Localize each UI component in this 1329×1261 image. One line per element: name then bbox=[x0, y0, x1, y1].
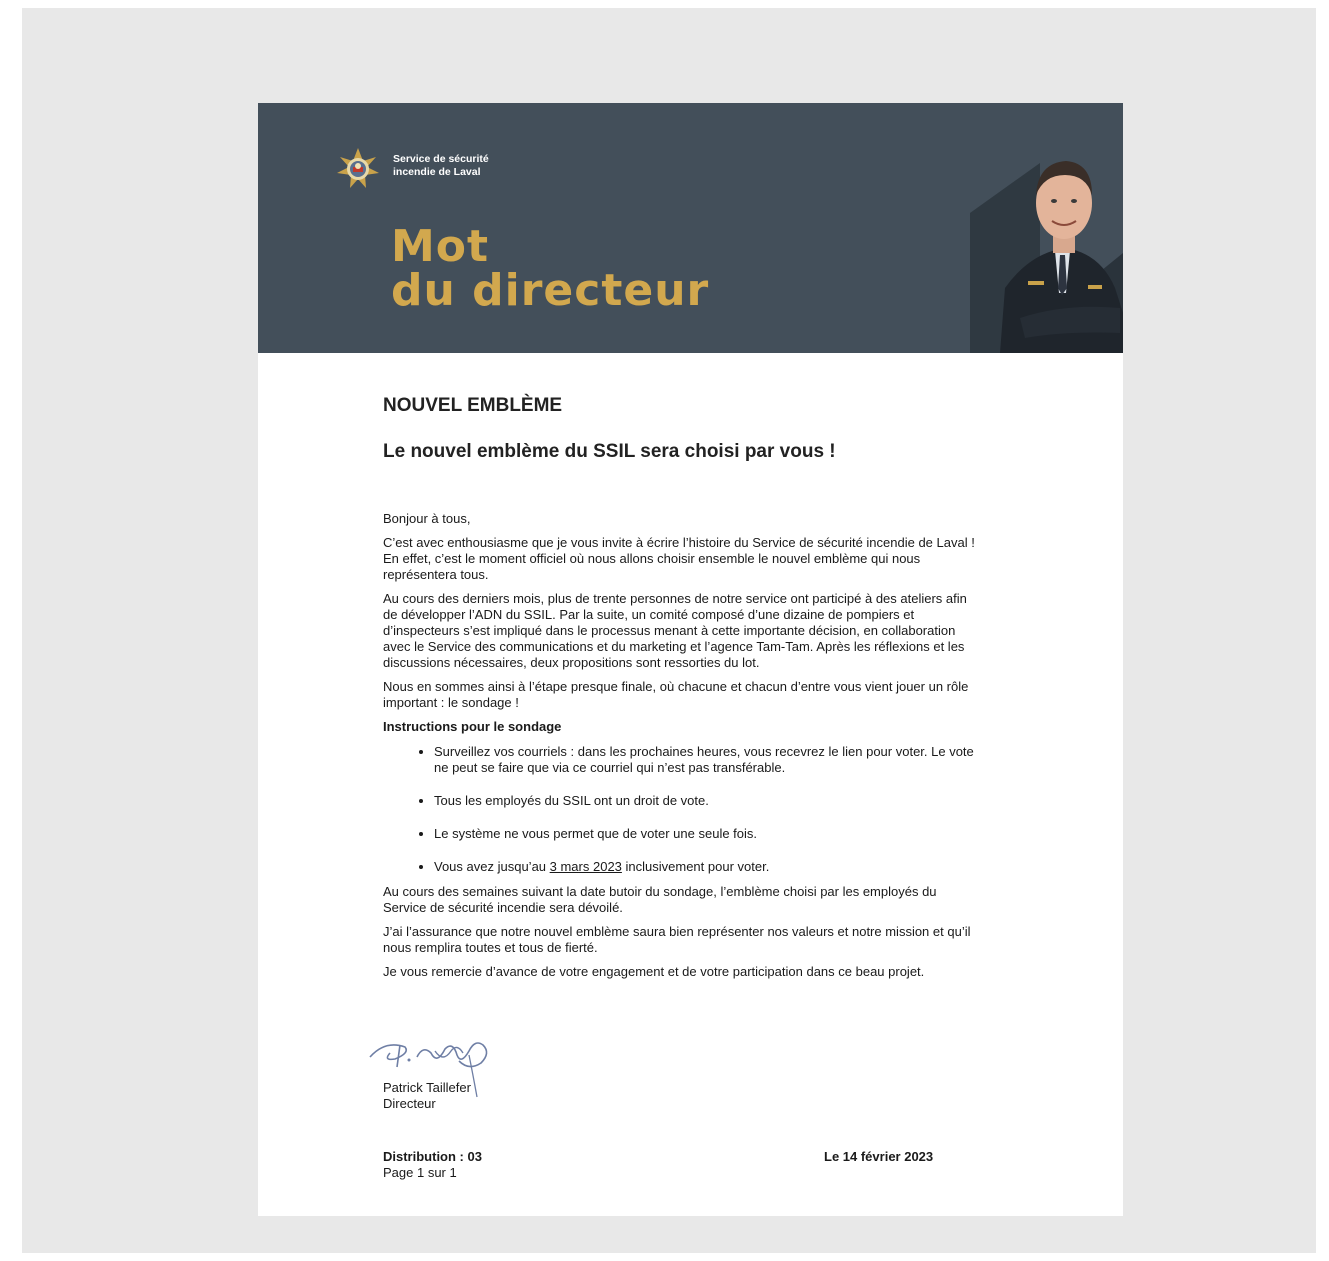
signatory-role: Directeur bbox=[383, 1096, 436, 1111]
letter-date: Le 14 février 2023 bbox=[824, 1149, 934, 1164]
paragraph-6: Je vous remercie d’avance de votre engag… bbox=[383, 964, 925, 979]
greeting: Bonjour à tous, bbox=[383, 511, 471, 526]
subheading: Le nouvel emblème du SSIL sera choisi pa… bbox=[383, 441, 836, 462]
instruction-item-2: Tous les employés du SSIL ont un droit d… bbox=[434, 793, 983, 809]
paragraph-1: C’est avec enthousiasme que je vous invi… bbox=[383, 535, 975, 582]
paragraph-4: Au cours des semaines suivant la date bu… bbox=[383, 884, 937, 915]
section-heading: NOUVEL EMBLÈME bbox=[383, 395, 563, 416]
fire-service-emblem-icon bbox=[336, 147, 380, 191]
banner-title-line-1: Mot bbox=[391, 221, 490, 272]
instruction-item-1: Surveillez vos courriels : dans les proc… bbox=[434, 744, 983, 776]
instruction-item-4-after: inclusivement pour voter. bbox=[621, 859, 770, 874]
paragraph-3: Nous en sommes ainsi à l’étape presque f… bbox=[383, 679, 969, 710]
document-page: Service de sécurité incendie de Laval Mo… bbox=[258, 103, 1123, 1216]
org-name-line-1: Service de sécurité bbox=[393, 153, 489, 165]
instructions-title: Instructions pour le sondage bbox=[383, 719, 562, 734]
director-portrait bbox=[970, 103, 1123, 353]
page-count: Page 1 sur 1 bbox=[383, 1165, 457, 1180]
paragraph-5: J’ai l’assurance que notre nouvel emblèm… bbox=[383, 924, 971, 955]
instruction-item-4-before: Vous avez jusqu’au bbox=[434, 859, 550, 874]
instruction-item-3: Le système ne vous permet que de voter u… bbox=[434, 826, 983, 842]
instructions-list: Surveillez vos courriels : dans les proc… bbox=[383, 744, 983, 875]
document-viewer-background: Service de sécurité incendie de Laval Mo… bbox=[22, 8, 1316, 1253]
paragraph-2: Au cours des derniers mois, plus de tren… bbox=[383, 591, 967, 670]
instruction-item-4: Vous avez jusqu’au 3 mars 2023 inclusive… bbox=[434, 859, 983, 875]
org-name-line-2: incendie de Laval bbox=[393, 166, 481, 178]
banner-title-line-2: du directeur bbox=[391, 265, 710, 316]
letter-body: Bonjour à tous, C’est avec enthousiasme … bbox=[383, 511, 983, 988]
banner-title: Mot du directeur bbox=[391, 225, 709, 313]
header-banner: Service de sécurité incendie de Laval Mo… bbox=[258, 103, 1123, 353]
signatory-name: Patrick Taillefer bbox=[383, 1080, 471, 1095]
signatory: Patrick Taillefer Directeur bbox=[383, 1080, 471, 1112]
distribution-block: Distribution : 03 Page 1 sur 1 bbox=[383, 1149, 482, 1181]
organization-name: Service de sécurité incendie de Laval bbox=[393, 153, 489, 179]
distribution-label: Distribution : 03 bbox=[383, 1149, 482, 1164]
deadline-date: 3 mars 2023 bbox=[549, 859, 622, 874]
